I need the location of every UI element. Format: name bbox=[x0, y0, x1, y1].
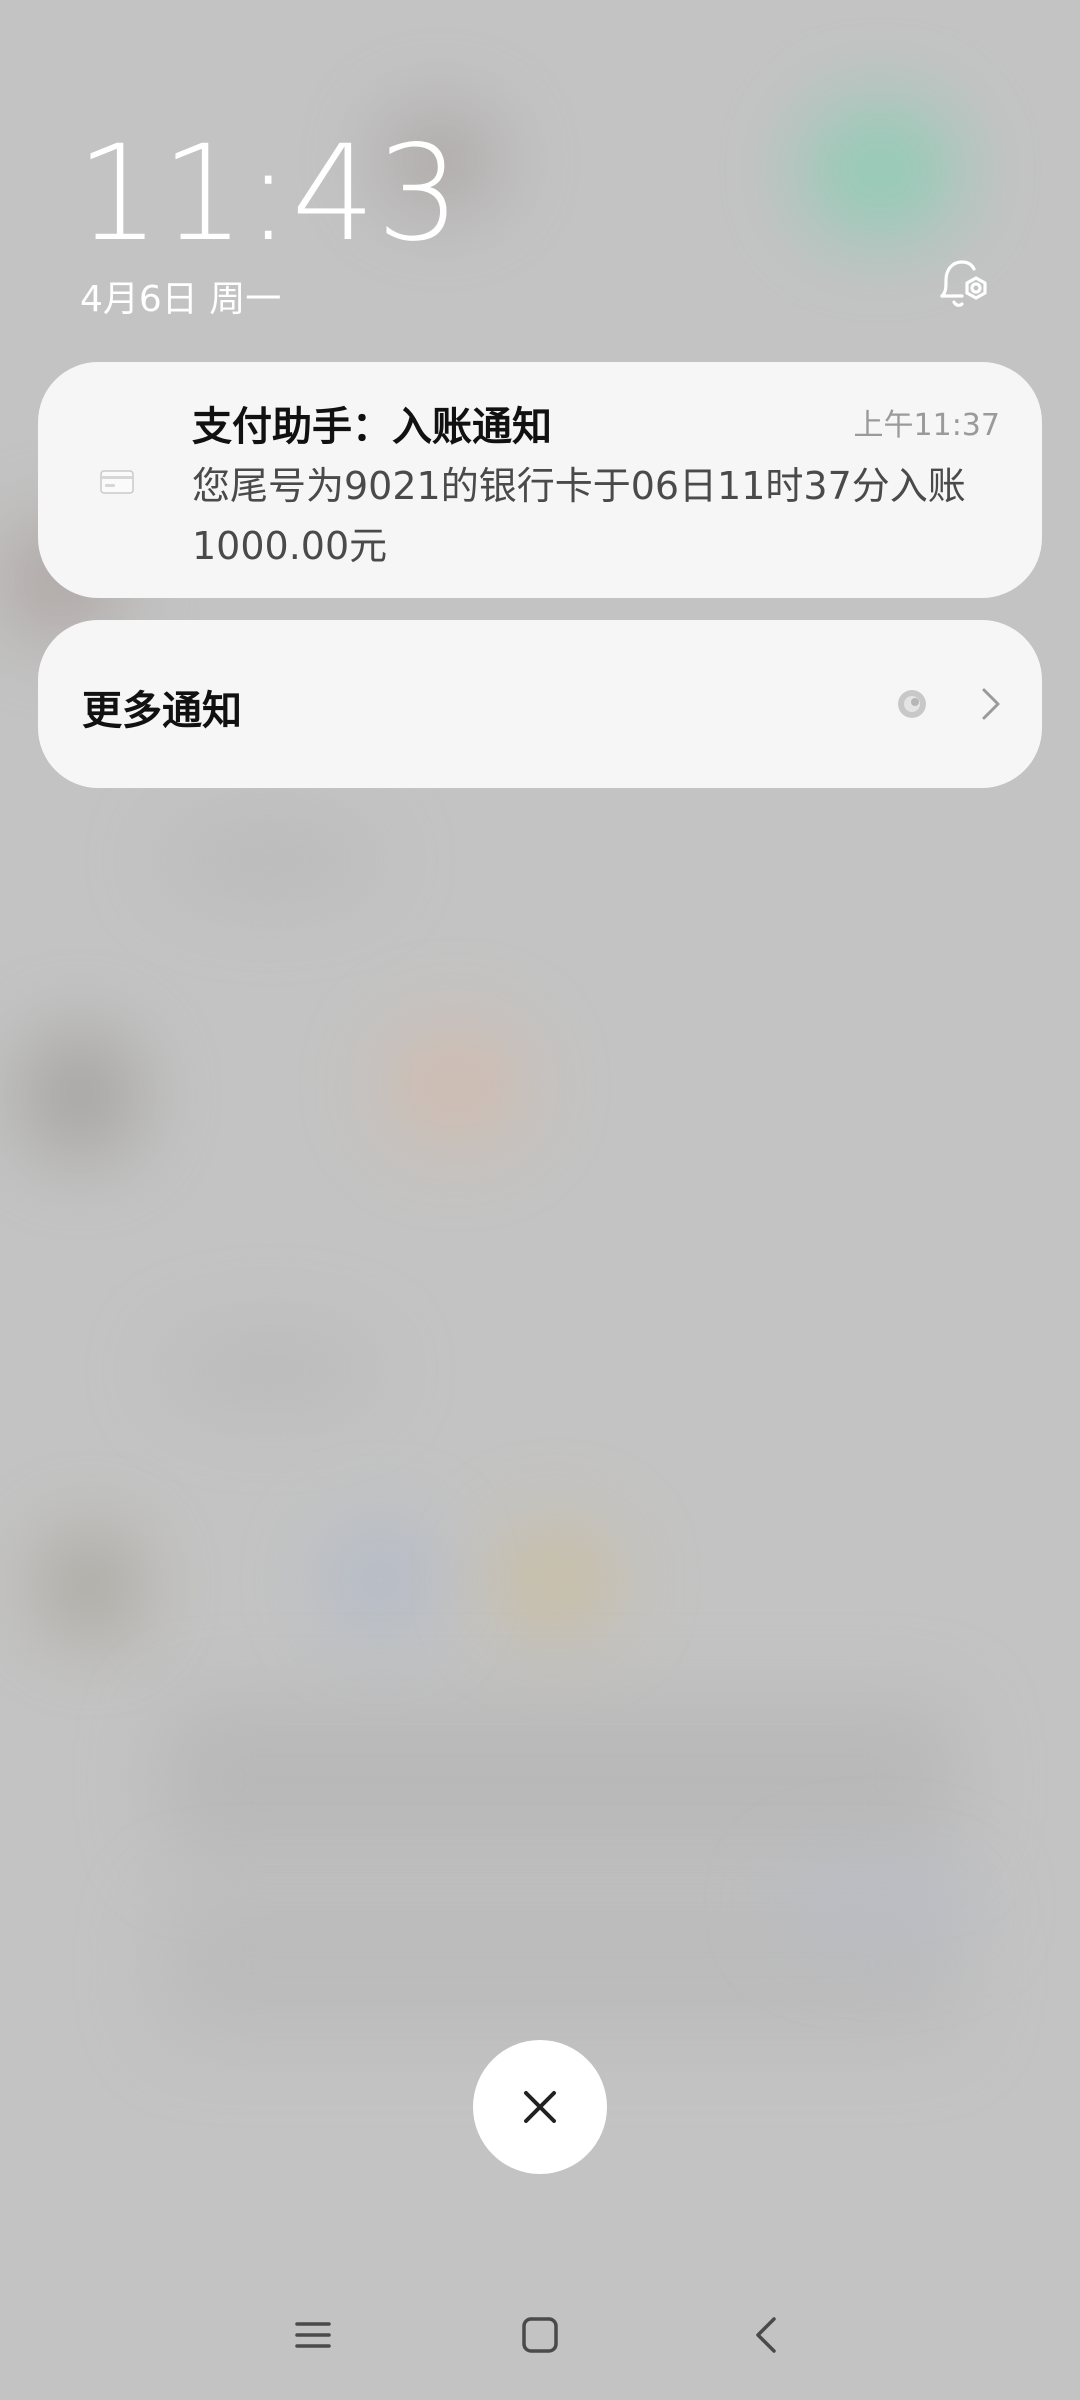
more-notifications-button[interactable]: 更多通知 bbox=[38, 620, 1042, 788]
blurred-app-icon bbox=[20, 1030, 140, 1160]
more-notifications-label: 更多通知 bbox=[82, 688, 242, 734]
notification-title: 支付助手：入账通知 bbox=[192, 404, 552, 450]
close-button[interactable] bbox=[473, 2040, 607, 2174]
lockscreen-date: 4月6日 周一 bbox=[80, 279, 282, 320]
chevron-right-icon bbox=[970, 684, 1010, 724]
lockscreen-clock: 11:43 bbox=[76, 117, 462, 271]
close-icon bbox=[524, 2091, 556, 2123]
blurred-app-icon bbox=[380, 1020, 530, 1150]
blurred-panel bbox=[780, 1860, 980, 1950]
navigation-bar bbox=[0, 2290, 1080, 2380]
blurred-text bbox=[160, 1330, 380, 1410]
home-button[interactable] bbox=[515, 2310, 565, 2360]
menu-icon bbox=[295, 2322, 331, 2348]
back-icon bbox=[756, 2317, 776, 2353]
blurred-app-icon bbox=[40, 1530, 140, 1640]
blurred-panel bbox=[160, 1700, 960, 1860]
home-icon bbox=[522, 2317, 558, 2353]
notification-body: 您尾号为9021的银行卡于06日11时37分入账1000.00元 bbox=[192, 464, 966, 568]
back-button[interactable] bbox=[742, 2310, 792, 2360]
blurred-app-icon bbox=[320, 1520, 440, 1640]
blurred-text bbox=[160, 820, 380, 900]
menu-button[interactable] bbox=[288, 2310, 338, 2360]
notification-card[interactable]: 支付助手：入账通知 上午11:37 您尾号为9021的银行卡于06日11时37分… bbox=[38, 362, 1042, 598]
bank-card-icon bbox=[100, 470, 134, 494]
notification-time: 上午11:37 bbox=[853, 408, 1000, 443]
blurred-app-icon bbox=[800, 100, 960, 240]
bell-settings-icon[interactable] bbox=[932, 252, 996, 316]
blurred-app-icon bbox=[490, 1520, 620, 1640]
app-icon bbox=[896, 688, 928, 720]
